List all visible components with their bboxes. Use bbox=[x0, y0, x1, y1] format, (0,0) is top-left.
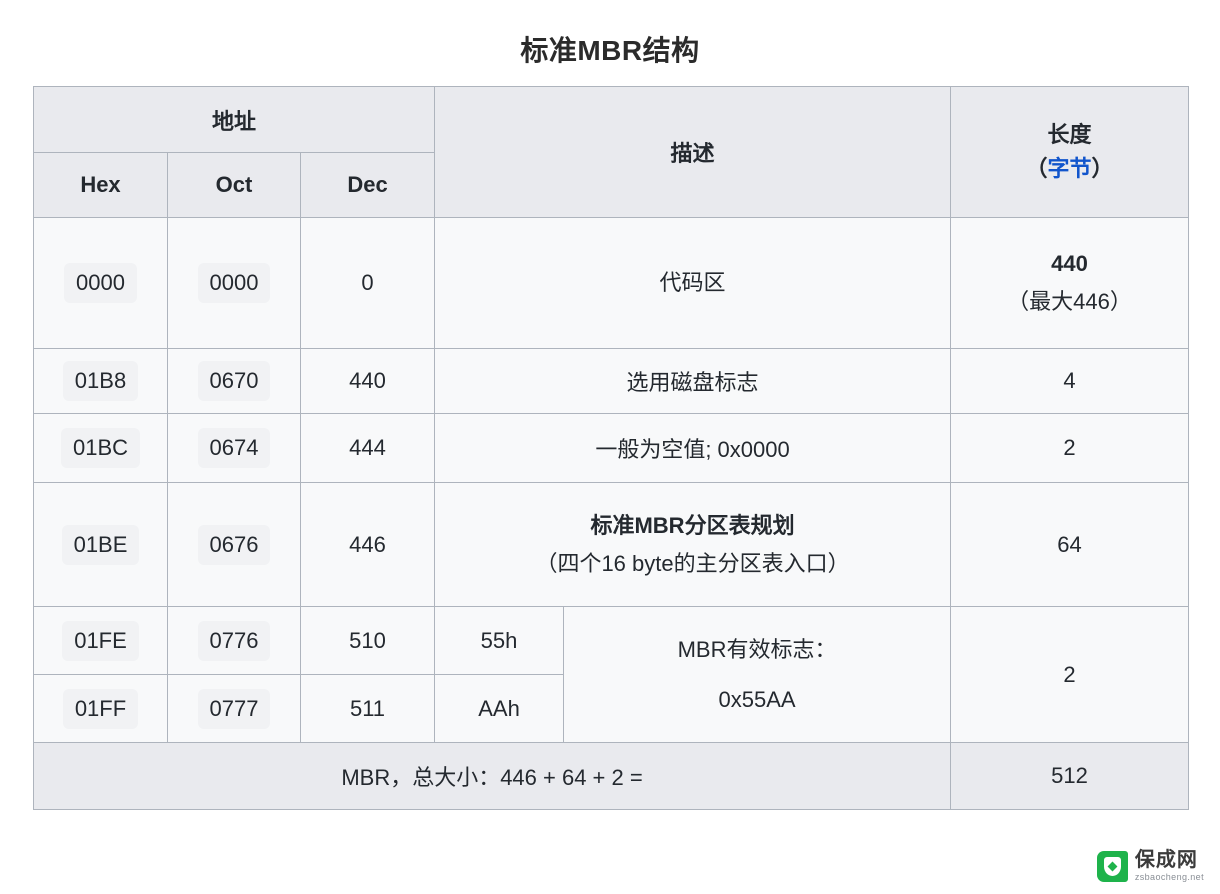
cell-length: 2 bbox=[950, 413, 1190, 483]
mbr-structure-table: 地址 描述 长度 （字节） Hex Oct Dec 0000 0000 0 代码… bbox=[32, 86, 1190, 810]
length-line2: （最大446） bbox=[1007, 289, 1132, 314]
oct-value-chip: 0776 bbox=[197, 620, 271, 661]
hex-value-chip: 01FF bbox=[62, 688, 139, 729]
cell-signature-description: MBR有效标志： 0x55AA bbox=[563, 606, 952, 743]
table-header-row-1: 地址 描述 长度 （字节） bbox=[32, 86, 1190, 218]
hex-value-chip: 01BE bbox=[61, 524, 140, 565]
cell-description: 代码区 bbox=[434, 217, 952, 349]
hex-value-chip: 01B8 bbox=[62, 361, 139, 401]
cell-length: 440 （最大446） bbox=[950, 217, 1190, 349]
table-footer-row: MBR，总大小：446 + 64 + 2 = 512 bbox=[32, 742, 1190, 810]
table-row: 01FE 0776 510 55h MBR有效标志： 0x55AA 2 bbox=[33, 606, 1190, 743]
watermark-site-url: zsbaocheng.net bbox=[1134, 872, 1204, 882]
cell-oct: 0777 bbox=[167, 674, 301, 743]
cell-description: 一般为空值; 0x0000 bbox=[434, 413, 952, 483]
table-row: 01BE 0676 446 标准MBR分区表规划 （四个16 byte的主分区表… bbox=[33, 482, 1190, 607]
cell-hex: 01B8 bbox=[33, 348, 168, 414]
cell-hex: 01BE bbox=[33, 482, 168, 607]
cell-oct: 0676 bbox=[167, 482, 301, 607]
column-header-length-unit[interactable]: 字节 bbox=[1048, 156, 1092, 181]
table-footer: MBR，总大小：446 + 64 + 2 = 512 bbox=[32, 742, 1190, 810]
column-header-dec[interactable]: Dec bbox=[299, 152, 436, 218]
cell-hex: 01FF bbox=[33, 674, 168, 743]
oct-value-chip: 0000 bbox=[197, 263, 271, 303]
description-line1: 标准MBR分区表规划 bbox=[590, 512, 795, 538]
cell-oct: 0670 bbox=[167, 348, 301, 414]
mbr-structure-table-wrapper: 地址 描述 长度 （字节） Hex Oct Dec 0000 0000 0 代码… bbox=[32, 86, 1190, 810]
table-body: 0000 0000 0 代码区 440 （最大446） 01B8 0670 44… bbox=[33, 217, 1190, 743]
cell-signature-length: 2 bbox=[950, 606, 1190, 743]
cell-hex: 01BC bbox=[33, 413, 168, 483]
cell-dec: 0 bbox=[299, 217, 436, 349]
cell-dec: 511 bbox=[299, 674, 436, 743]
cell-oct: 0674 bbox=[167, 413, 301, 483]
cell-hex: 0000 bbox=[33, 217, 168, 349]
oct-value-chip: 0674 bbox=[197, 428, 271, 468]
footer-total-value: 512 bbox=[950, 742, 1190, 810]
cell-length: 4 bbox=[950, 348, 1190, 414]
cell-oct: 0000 bbox=[167, 217, 301, 349]
page-title: 标准MBR结构 bbox=[520, 35, 700, 66]
cell-length: 64 bbox=[950, 482, 1190, 607]
description-line2: （四个16 byte的主分区表入口） bbox=[535, 550, 850, 576]
cell-description: 标准MBR分区表规划 （四个16 byte的主分区表入口） bbox=[434, 482, 952, 607]
footer-total-label: MBR，总大小：446 + 64 + 2 = bbox=[32, 742, 952, 810]
column-header-description: 描述 bbox=[434, 86, 952, 218]
hex-value-chip: 0000 bbox=[64, 263, 137, 303]
page-root: 标准MBR结构 地址 描述 长度 （字节） Hex Oct Dec 0000 0… bbox=[0, 0, 1220, 894]
hex-value-chip: 01BC bbox=[60, 428, 141, 468]
oct-value-chip: 0777 bbox=[197, 688, 271, 729]
cell-description: 选用磁盘标志 bbox=[434, 348, 952, 414]
column-header-hex[interactable]: Hex bbox=[33, 152, 168, 218]
table-row: 0000 0000 0 代码区 440 （最大446） bbox=[33, 217, 1190, 349]
watermark-text: 保成网 zsbaocheng.net bbox=[1135, 850, 1204, 882]
column-header-length-line1: 长度 bbox=[1047, 122, 1092, 147]
column-header-oct[interactable]: Oct bbox=[167, 152, 301, 218]
table-header: 地址 描述 长度 （字节） Hex Oct Dec bbox=[32, 86, 1190, 218]
column-header-length: 长度 （字节） bbox=[950, 86, 1190, 218]
cell-dec: 510 bbox=[299, 606, 436, 675]
cell-dec: 440 bbox=[299, 348, 436, 414]
hex-value-chip: 01FE bbox=[62, 620, 139, 661]
shield-icon bbox=[1096, 850, 1128, 882]
oct-value-chip: 0670 bbox=[197, 361, 271, 401]
signature-description-line1: MBR有效标志： bbox=[677, 636, 837, 662]
column-header-address: 地址 bbox=[32, 86, 436, 153]
description-line1: 代码区 bbox=[659, 270, 726, 295]
cell-signature-byte: AAh bbox=[434, 674, 565, 743]
table-row: 01BC 0674 444 一般为空值; 0x0000 2 bbox=[33, 413, 1190, 483]
paren-open: （ bbox=[1025, 156, 1048, 181]
table-row: 01B8 0670 440 选用磁盘标志 4 bbox=[33, 348, 1190, 414]
cell-dec: 444 bbox=[299, 413, 436, 483]
signature-description-line2: 0x55AA bbox=[718, 686, 796, 712]
watermark: 保成网 zsbaocheng.net bbox=[1096, 850, 1204, 882]
cell-oct: 0776 bbox=[167, 606, 301, 675]
paren-close: ） bbox=[1091, 156, 1114, 181]
cell-hex: 01FE bbox=[33, 606, 168, 675]
oct-value-chip: 0676 bbox=[197, 524, 271, 565]
watermark-site-name: 保成网 bbox=[1134, 849, 1198, 871]
cell-dec: 446 bbox=[299, 482, 436, 607]
cell-signature-byte: 55h bbox=[434, 606, 565, 675]
length-line1: 440 bbox=[1051, 251, 1088, 276]
